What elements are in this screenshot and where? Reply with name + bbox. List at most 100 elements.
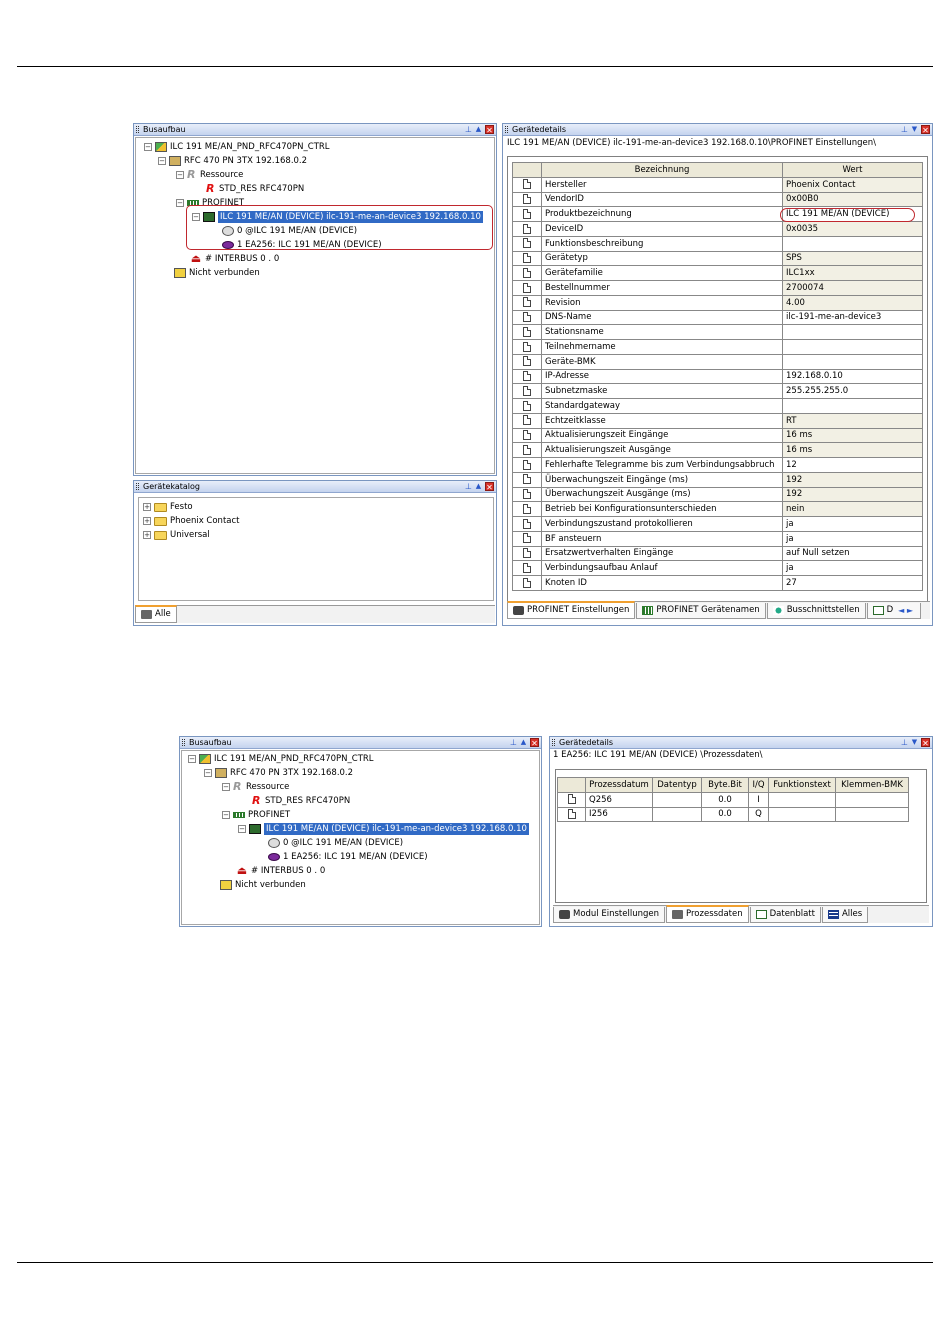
tree-node-ressource[interactable]: − R Ressource <box>222 781 289 793</box>
row-cell[interactable] <box>768 806 836 823</box>
collapse-icon[interactable]: − <box>158 157 166 165</box>
row-value[interactable]: 0x00B0 <box>782 191 923 208</box>
row-value[interactable]: 192 <box>782 471 923 488</box>
header-klemmen-bmk[interactable]: Klemmen-BMK <box>835 777 909 793</box>
row-value[interactable]: ILC1xx <box>782 265 923 281</box>
table-row[interactable]: Gerätefamilie ILC1xx <box>512 265 923 281</box>
maximize-arrow-icon[interactable]: ▲ <box>520 738 527 747</box>
tree-node-rfc[interactable]: − RFC 470 PN 3TX 192.168.0.2 <box>204 767 353 779</box>
pin-icon[interactable]: ⊥ <box>510 738 517 747</box>
collapse-icon[interactable]: − <box>176 199 184 207</box>
row-value[interactable] <box>782 339 923 355</box>
header-datentyp[interactable]: Datentyp <box>652 777 702 793</box>
tree-node-root[interactable]: − ILC 191 ME/AN_PND_RFC470PN_CTRL <box>144 141 330 153</box>
expand-icon[interactable]: + <box>143 503 151 511</box>
tab-scroll-arrows[interactable]: ◄ ► <box>896 603 915 618</box>
table-row[interactable]: Revision 4.00 <box>512 294 923 311</box>
table-row[interactable]: Echtzeitklasse RT <box>512 412 923 429</box>
collapse-icon[interactable]: − <box>144 143 152 151</box>
row-value[interactable]: auf Null setzen <box>782 545 923 562</box>
header-funktionstext[interactable]: Funktionstext <box>768 777 836 793</box>
row-value[interactable]: ja <box>782 560 923 576</box>
close-icon[interactable]: ✕ <box>921 125 930 135</box>
row-cell[interactable]: Q256 <box>585 791 653 808</box>
close-icon[interactable]: ✕ <box>530 738 539 748</box>
tree-node-interbus[interactable]: ⏏ # INTERBUS 0 . 0 <box>236 865 325 877</box>
table-row[interactable]: Verbindungsaufbau Anlauf ja <box>512 560 923 576</box>
tree-node-device[interactable]: − ILC 191 ME/AN (DEVICE) ilc-191-me-an-de… <box>238 823 529 835</box>
grip-icon[interactable] <box>136 126 139 133</box>
catalog-item-festo[interactable]: + Festo <box>143 501 193 513</box>
expand-icon[interactable]: + <box>143 531 151 539</box>
table-row[interactable]: VendorID 0x00B0 <box>512 191 923 208</box>
maximize-arrow-icon[interactable]: ▲ <box>475 482 482 491</box>
row-value[interactable]: ja <box>782 516 923 532</box>
table-row[interactable]: Subnetzmaske 255.255.255.0 <box>512 383 923 399</box>
tree-node-module-0[interactable]: 0 @ILC 191 ME/AN (DEVICE) <box>268 837 403 849</box>
row-cell[interactable] <box>652 791 702 808</box>
table-row[interactable]: Aktualisierungszeit Ausgänge 16 ms <box>512 442 923 458</box>
row-cell[interactable]: I256 <box>585 806 653 823</box>
catalog-item-phoenix[interactable]: + Phoenix Contact <box>143 515 240 527</box>
pin-icon[interactable]: ⊥ <box>901 125 908 134</box>
collapse-icon[interactable]: − <box>188 755 196 763</box>
table-row[interactable]: Überwachungszeit Eingänge (ms) 192 <box>512 471 923 488</box>
row-value[interactable]: 27 <box>782 575 923 591</box>
row-value[interactable]: 192.168.0.10 <box>782 368 923 385</box>
table-row[interactable]: IP-Adresse 192.168.0.10 <box>512 368 923 385</box>
tab-busschnittstellen[interactable]: Busschnittstellen <box>766 603 866 619</box>
tree-node-module-1[interactable]: 1 EA256: ILC 191 ME/AN (DEVICE) <box>268 851 428 863</box>
grip-icon[interactable] <box>182 739 185 746</box>
table-row[interactable]: DNS-Name ilc-191-me-an-device3 <box>512 309 923 326</box>
grip-icon[interactable] <box>505 126 508 133</box>
tree-node-ressource[interactable]: − R Ressource <box>176 169 243 181</box>
close-icon[interactable]: ✕ <box>921 738 930 748</box>
header-bezeichnung[interactable]: Bezeichnung <box>541 162 783 178</box>
grip-icon[interactable] <box>136 483 139 490</box>
collapse-icon[interactable]: − <box>176 171 184 179</box>
tree-node-interbus[interactable]: ⏏ # INTERBUS 0 . 0 <box>190 253 279 265</box>
table-row[interactable]: Hersteller Phoenix Contact <box>512 176 923 193</box>
header-byte-bit[interactable]: Byte.Bit <box>701 777 749 793</box>
row-value[interactable]: SPS <box>782 250 923 267</box>
row-value[interactable]: 12 <box>782 457 923 473</box>
table-row[interactable]: Knoten ID 27 <box>512 575 923 591</box>
row-value[interactable]: 16 ms <box>782 427 923 444</box>
tab-alle[interactable]: Alle <box>135 605 177 623</box>
collapse-icon[interactable]: − <box>238 825 246 833</box>
tree-node-std-res[interactable]: R STD_RES RFC470PN <box>206 183 304 195</box>
collapse-icon[interactable]: − <box>204 769 212 777</box>
pin-icon[interactable]: ⊥ <box>465 482 472 491</box>
table-row[interactable]: Betrieb bei Konfigurationsunterschieden n… <box>512 501 923 517</box>
table-row[interactable]: Fehlerhafte Telegramme bis zum Verbindun… <box>512 457 923 473</box>
row-value[interactable]: ilc-191-me-an-device3 <box>782 309 923 326</box>
table-row[interactable]: Ersatzwertverhalten Eingänge auf Null set… <box>512 545 923 562</box>
table-row[interactable]: I256 0.0 Q <box>557 806 909 823</box>
row-value[interactable]: 255.255.255.0 <box>782 383 923 399</box>
close-icon[interactable]: ✕ <box>485 482 494 492</box>
row-value[interactable] <box>782 324 923 340</box>
grip-icon[interactable] <box>552 739 555 746</box>
table-row[interactable]: Aktualisierungszeit Eingänge 16 ms <box>512 427 923 444</box>
table-row[interactable]: DeviceID 0x0035 <box>512 221 923 237</box>
row-value[interactable] <box>782 235 923 252</box>
tab-modul-einstellungen[interactable]: Modul Einstellungen <box>553 907 666 923</box>
row-cell[interactable] <box>768 791 836 808</box>
table-row[interactable]: Teilnehmername <box>512 339 923 355</box>
expand-icon[interactable]: + <box>143 517 151 525</box>
tab-prozessdaten[interactable]: Prozessdaten <box>666 905 749 923</box>
tree-node-nicht-verbunden[interactable]: Nicht verbunden <box>174 267 260 279</box>
catalog-item-universal[interactable]: + Universal <box>143 529 210 541</box>
tree-node-nicht-verbunden[interactable]: Nicht verbunden <box>220 879 306 891</box>
row-cell[interactable] <box>652 806 702 823</box>
table-row[interactable]: Funktionsbeschreibung <box>512 235 923 252</box>
row-value[interactable] <box>782 353 923 370</box>
row-value[interactable] <box>782 398 923 414</box>
row-value[interactable]: RT <box>782 412 923 429</box>
close-icon[interactable]: ✕ <box>485 125 494 135</box>
row-cell[interactable] <box>835 806 909 823</box>
row-value[interactable]: 192 <box>782 486 923 503</box>
table-row[interactable]: Q256 0.0 I <box>557 791 909 808</box>
row-value[interactable]: nein <box>782 501 923 517</box>
row-cell[interactable]: I <box>748 791 769 808</box>
